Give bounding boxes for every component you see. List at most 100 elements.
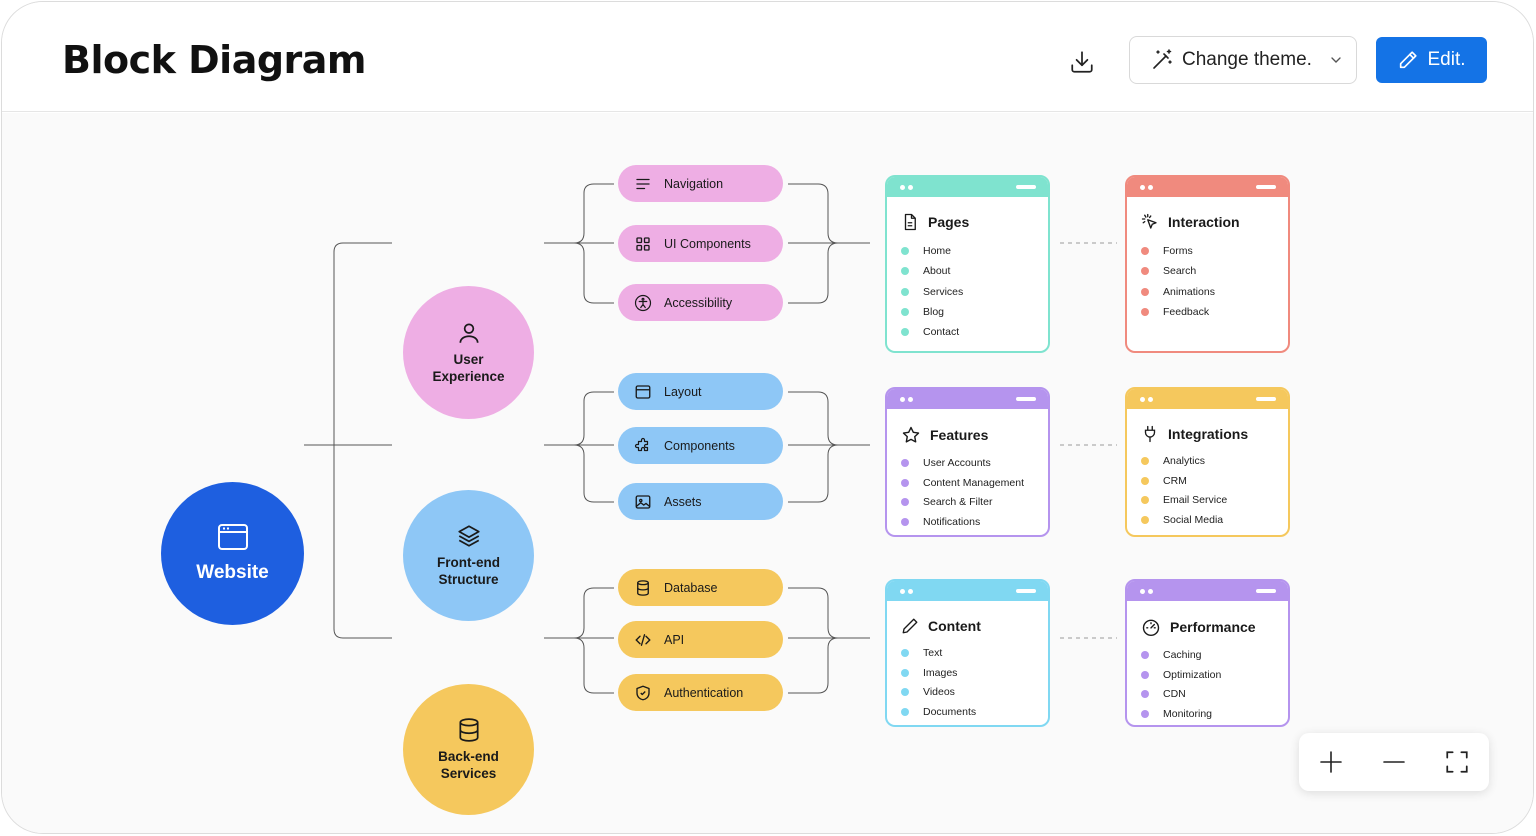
pill-components[interactable]: Components bbox=[618, 427, 783, 464]
plug-icon bbox=[1144, 425, 1156, 443]
pill-navigation[interactable]: Navigation bbox=[618, 165, 783, 202]
download-button[interactable] bbox=[1062, 42, 1102, 82]
list-item: Search bbox=[1141, 261, 1288, 281]
card-integrations[interactable]: Integrations Analytics CRM Email Service… bbox=[1125, 387, 1290, 537]
branch-label: Front-end Structure bbox=[437, 554, 500, 587]
fit-screen-button[interactable] bbox=[1437, 742, 1477, 782]
card-header: Features bbox=[887, 409, 1048, 445]
branch-node-front-end-structure[interactable]: Front-end Structure bbox=[403, 490, 534, 621]
list-item: Forms bbox=[1141, 241, 1288, 261]
list-item: Analytics bbox=[1141, 451, 1288, 471]
edit-button[interactable]: Edit. bbox=[1376, 37, 1487, 83]
list-item: About bbox=[901, 261, 1048, 281]
pill-label: API bbox=[664, 632, 685, 647]
app-window: Block Diagram Change theme. Edit. Websit… bbox=[1, 1, 1534, 834]
chevron-down-icon bbox=[1331, 57, 1341, 63]
connector-lines bbox=[304, 183, 1117, 694]
magic-wand-icon bbox=[1153, 49, 1172, 69]
pill-api[interactable]: API bbox=[618, 621, 783, 658]
pill-label: Authentication bbox=[664, 685, 744, 700]
card-features[interactable]: Features User Accounts Content Managemen… bbox=[885, 387, 1050, 537]
code-icon bbox=[635, 633, 651, 646]
list-item: Content Management bbox=[901, 473, 1048, 493]
pill-assets[interactable]: Assets bbox=[618, 483, 783, 520]
zoom-out-button[interactable] bbox=[1374, 742, 1414, 782]
list-item: Blog bbox=[901, 302, 1048, 322]
branch-label: User Experience bbox=[432, 351, 505, 384]
database-icon bbox=[637, 579, 649, 596]
card-performance[interactable]: Performance Caching Optimization CDN Mon… bbox=[1125, 579, 1290, 727]
gauge-icon bbox=[1142, 619, 1160, 637]
card-title: Integrations bbox=[1168, 426, 1249, 442]
root-node-website[interactable]: Website bbox=[161, 482, 304, 625]
header: Block Diagram Change theme. Edit. bbox=[2, 2, 1533, 112]
accessibility-icon bbox=[634, 294, 652, 311]
pill-authentication[interactable]: Authentication bbox=[618, 674, 783, 711]
branch-node-back-end-services[interactable]: Back-end Services bbox=[403, 684, 534, 815]
image-icon bbox=[635, 494, 651, 509]
card-title: Content bbox=[928, 618, 981, 634]
card-title-bar bbox=[887, 389, 1048, 409]
pill-label: UI Components bbox=[664, 236, 751, 251]
list-item: Feedback bbox=[1141, 302, 1288, 322]
pill-layout[interactable]: Layout bbox=[618, 373, 783, 410]
grid-icon bbox=[636, 236, 650, 251]
zoom-controls bbox=[1299, 733, 1489, 791]
list-item: Images bbox=[901, 663, 1048, 683]
list-item: CRM bbox=[1141, 471, 1288, 491]
list-item: Text bbox=[901, 643, 1048, 663]
list-item: Home bbox=[901, 241, 1048, 261]
list-item: Documents bbox=[901, 702, 1048, 722]
document-icon bbox=[904, 213, 916, 231]
list-item: Contact bbox=[901, 322, 1048, 342]
layout-icon bbox=[635, 384, 651, 399]
change-theme-button[interactable]: Change theme. bbox=[1129, 36, 1357, 84]
card-interaction[interactable]: Interaction Forms Search Animations Feed… bbox=[1125, 175, 1290, 353]
branch-label: Back-end Services bbox=[438, 748, 499, 781]
browser-window-icon bbox=[217, 523, 248, 550]
fullscreen-icon bbox=[1446, 751, 1468, 773]
pill-accessibility[interactable]: Accessibility bbox=[618, 284, 783, 321]
list-item: Optimization bbox=[1141, 665, 1288, 685]
card-pages[interactable]: Pages Home About Services Blog Contact bbox=[885, 175, 1050, 353]
user-icon bbox=[458, 323, 479, 343]
star-icon bbox=[902, 426, 920, 443]
card-header: Interaction bbox=[1127, 197, 1288, 231]
zoom-in-button[interactable] bbox=[1311, 742, 1351, 782]
list-item: Videos bbox=[901, 682, 1048, 702]
pill-database[interactable]: Database bbox=[618, 569, 783, 606]
branch-node-user-experience[interactable]: User Experience bbox=[403, 286, 534, 419]
diagram-canvas: Website User Experience Front-end Struct… bbox=[2, 113, 1533, 833]
pen-icon bbox=[902, 618, 918, 634]
cursor-click-icon bbox=[1141, 213, 1157, 229]
card-title: Interaction bbox=[1168, 214, 1240, 230]
card-header: Pages bbox=[887, 197, 1048, 231]
minus-icon bbox=[1383, 761, 1405, 763]
pencil-icon bbox=[1400, 51, 1418, 69]
card-title-bar bbox=[1127, 389, 1288, 409]
root-label: Website bbox=[196, 561, 269, 583]
pill-ui-components[interactable]: UI Components bbox=[618, 225, 783, 262]
card-title: Features bbox=[930, 427, 989, 443]
list-item: Animations bbox=[1141, 282, 1288, 302]
card-content[interactable]: Content Text Images Videos Documents bbox=[885, 579, 1050, 727]
pill-label: Database bbox=[664, 580, 718, 595]
menu-icon bbox=[636, 178, 650, 189]
list-item: CDN bbox=[1141, 684, 1288, 704]
list-item: Search & Filter bbox=[901, 492, 1048, 512]
pill-label: Layout bbox=[664, 384, 702, 399]
pill-label: Components bbox=[664, 438, 735, 453]
card-title-bar bbox=[887, 581, 1048, 601]
page-title: Block Diagram bbox=[62, 38, 367, 82]
list-item: Services bbox=[901, 282, 1048, 302]
puzzle-icon bbox=[634, 437, 649, 451]
list-item: Notifications bbox=[901, 512, 1048, 532]
pill-label: Accessibility bbox=[664, 295, 733, 310]
pill-label: Navigation bbox=[664, 176, 724, 191]
database-icon bbox=[458, 717, 479, 742]
list-item: Monitoring bbox=[1141, 704, 1288, 724]
card-title-bar bbox=[1127, 581, 1288, 601]
list-item: User Accounts bbox=[901, 453, 1048, 473]
plus-icon bbox=[1319, 751, 1342, 773]
card-title-bar bbox=[887, 177, 1048, 197]
